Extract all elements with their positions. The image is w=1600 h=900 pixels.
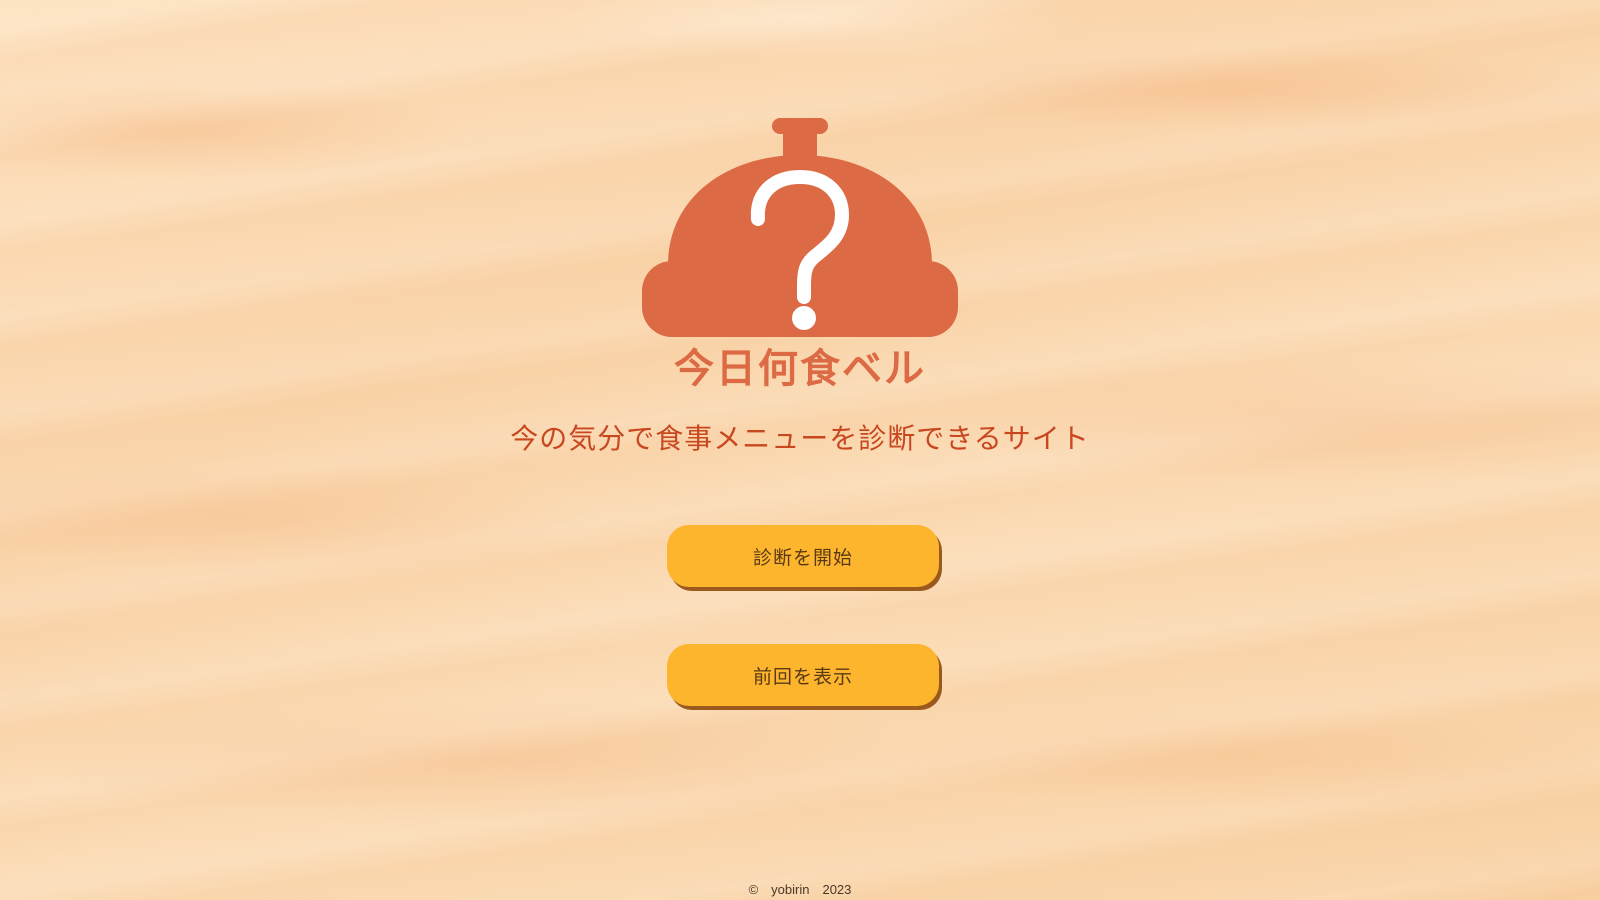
footer-copyright: © yobirin 2023 xyxy=(748,882,852,897)
bell-question-icon xyxy=(642,118,958,337)
hero-section: 今日何食ベル 今の気分で食事メニューを診断できるサイト xyxy=(0,115,1600,457)
start-diagnosis-button[interactable]: 診断を開始 xyxy=(667,525,939,587)
show-previous-button[interactable]: 前回を表示 xyxy=(667,644,939,706)
site-title: 今日何食ベル xyxy=(674,346,926,392)
site-tagline: 今の気分で食事メニューを診断できるサイト xyxy=(510,422,1090,455)
